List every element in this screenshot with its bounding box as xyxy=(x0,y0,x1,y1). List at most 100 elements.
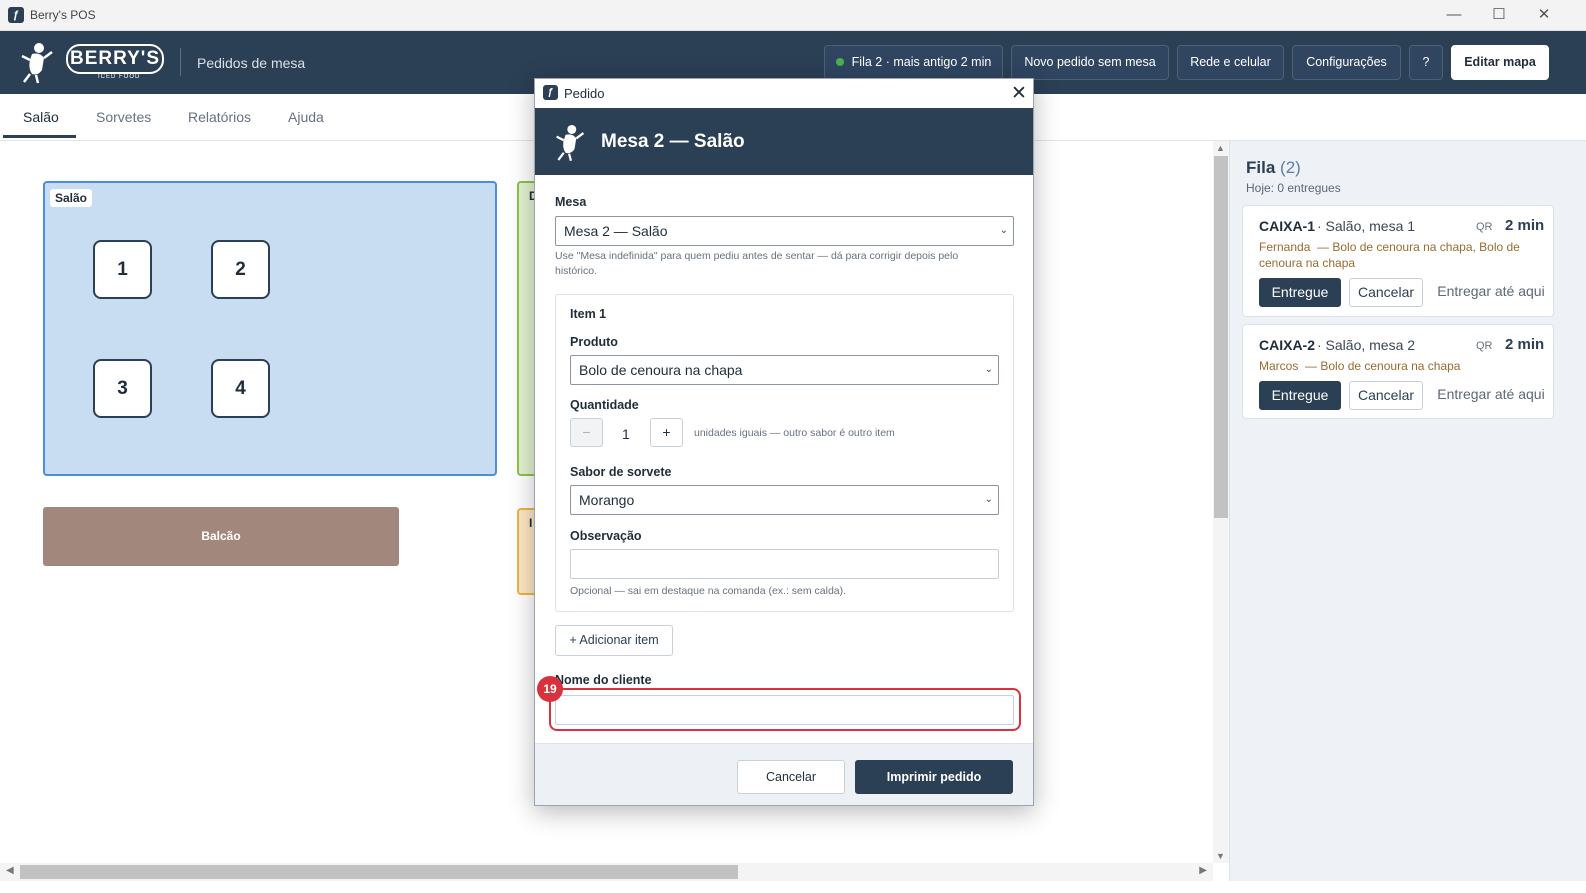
edit-map-button[interactable]: Editar mapa xyxy=(1451,45,1549,80)
order-description: Fernanda — Bolo de cenoura na chapa, Bol… xyxy=(1259,239,1549,271)
table-hint: Use "Mesa indefinida" para quem pediu an… xyxy=(555,250,959,277)
chevron-down-icon: ⌄ xyxy=(984,364,993,375)
window-title: Berry's POS xyxy=(30,8,96,22)
dialog-app-icon: ƒ xyxy=(543,85,558,100)
dialog-titlebar: ƒ Pedido ✕ xyxy=(535,79,1033,108)
dialog-heading: Mesa 2 — Salão xyxy=(601,131,745,152)
horizontal-scroll-thumb[interactable] xyxy=(20,865,738,879)
order-location: · Salão, mesa 1 xyxy=(1317,218,1416,234)
scroll-right-icon[interactable]: ▶ xyxy=(1199,865,1207,876)
item-title: Item 1 xyxy=(570,307,607,321)
counter-area[interactable]: Balcão xyxy=(43,507,399,566)
order-source-badge: QR xyxy=(1476,340,1493,352)
queue-status-label: Fila 2 · mais antigo 2 min xyxy=(851,55,992,69)
deliver-button[interactable]: Entregue xyxy=(1259,278,1341,307)
order-code: CAIXA-2 xyxy=(1259,337,1316,353)
vertical-scroll-thumb[interactable] xyxy=(1214,156,1228,518)
dialog-window-title: Pedido xyxy=(564,86,605,101)
cancel-button[interactable]: Cancelar xyxy=(737,760,845,794)
highlight-badge: 19 xyxy=(537,676,563,702)
order-dialog: ƒ Pedido ✕ Mesa 2 — Salão Mesa Mesa 2 — … xyxy=(534,78,1034,806)
brand-tagline: ICED FOOD xyxy=(98,74,141,80)
flavor-select[interactable]: Morango ⌄ xyxy=(570,485,999,515)
note-input[interactable] xyxy=(570,549,999,579)
order-elapsed: 2 min xyxy=(1505,336,1545,353)
table-field-label: Mesa xyxy=(555,195,587,209)
flavor-select-value: Morango xyxy=(579,492,635,508)
settings-button[interactable]: Configurações xyxy=(1292,45,1401,80)
deliver-up-to-here-button[interactable]: Entregar até aqui xyxy=(1431,278,1551,307)
quantity-value: 1 xyxy=(622,426,630,442)
chevron-down-icon: ⌄ xyxy=(984,494,993,505)
header-divider xyxy=(180,48,181,76)
order-location: · Salão, mesa 2 xyxy=(1317,337,1416,353)
order-source-badge: QR xyxy=(1476,221,1493,233)
deliver-button[interactable]: Entregue xyxy=(1259,381,1341,410)
scroll-up-icon[interactable]: ▲ xyxy=(1216,143,1225,153)
quantity-label: Quantidade xyxy=(570,398,639,412)
deliver-up-to-here-button[interactable]: Entregar até aqui xyxy=(1431,381,1551,410)
scroll-left-icon[interactable]: ◀ xyxy=(6,865,14,876)
print-order-button[interactable]: Imprimir pedido xyxy=(855,760,1013,794)
header-subtitle: Pedidos de mesa xyxy=(197,55,306,71)
queue-order-card: CAIXA-1 · Salão, mesa 1 QR 2 min Fernand… xyxy=(1242,205,1554,317)
area-salao[interactable]: Salão 1 2 3 4 xyxy=(43,181,497,476)
queue-count: (2) xyxy=(1280,158,1301,177)
order-description: Marcos — Bolo de cenoura na chapa xyxy=(1259,358,1549,374)
quantity-hint: unidades iguais — outro sabor é outro it… xyxy=(694,427,895,439)
tab-ajuda[interactable]: Ajuda xyxy=(288,109,324,125)
table-1[interactable]: 1 xyxy=(93,240,152,299)
help-button[interactable]: ? xyxy=(1409,45,1443,80)
window-close-icon[interactable]: ✕ xyxy=(1522,4,1566,26)
horizontal-scrollbar[interactable]: ◀ ▶ xyxy=(0,863,1213,881)
tab-salao[interactable]: Salão xyxy=(23,109,59,125)
focus-highlight-ring xyxy=(549,688,1021,731)
item-card: Item 1 Produto Bolo de cenoura na chapa ⌄… xyxy=(555,294,1014,612)
product-select-value: Bolo de cenoura na chapa xyxy=(579,362,743,378)
add-item-button[interactable]: + Adicionar item xyxy=(555,625,673,656)
vertical-scrollbar[interactable]: ▲ ▼ xyxy=(1213,141,1229,863)
queue-status-button[interactable]: Fila 2 · mais antigo 2 min xyxy=(824,45,1003,80)
queue-title: Fila (2) xyxy=(1246,158,1301,177)
scroll-down-icon[interactable]: ▼ xyxy=(1216,851,1225,861)
network-button[interactable]: Rede e celular xyxy=(1177,45,1284,80)
maximize-icon[interactable]: ☐ xyxy=(1477,4,1521,26)
cancel-order-button[interactable]: Cancelar xyxy=(1349,278,1423,307)
window-titlebar: ƒ Berry's POS — ☐ ✕ xyxy=(0,0,1586,31)
quantity-decrement-button[interactable]: − xyxy=(570,418,603,447)
flavor-label: Sabor de sorvete xyxy=(570,465,672,479)
product-select[interactable]: Bolo de cenoura na chapa ⌄ xyxy=(570,355,999,385)
table-4[interactable]: 4 xyxy=(211,359,270,418)
tab-sorvetes[interactable]: Sorvetes xyxy=(96,109,151,125)
brand-logo: BERRY'S xyxy=(66,44,164,74)
order-elapsed: 2 min xyxy=(1505,217,1545,234)
queue-today-summary: Hoje: 0 entregues xyxy=(1246,181,1341,195)
dialog-close-icon[interactable]: ✕ xyxy=(1011,82,1027,105)
app-logo-icon: ƒ xyxy=(8,7,24,23)
status-dot-icon xyxy=(835,57,844,66)
customer-name-label: Nome do cliente xyxy=(555,673,652,687)
product-label: Produto xyxy=(570,335,618,349)
queue-order-card: CAIXA-2 · Salão, mesa 2 QR 2 min Marcos … xyxy=(1242,324,1554,419)
table-select[interactable]: Mesa 2 — Salão ⌄ xyxy=(555,216,1014,246)
dialog-footer: Cancelar Imprimir pedido xyxy=(535,743,1033,805)
order-customer: Fernanda xyxy=(1259,240,1311,254)
order-items: — Bolo de cenoura na chapa xyxy=(1305,359,1461,373)
mascot-logo-icon xyxy=(21,43,53,84)
queue-sidebar: Fila (2) Hoje: 0 entregues CAIXA-1 · Sal… xyxy=(1229,141,1586,881)
new-order-button[interactable]: Novo pedido sem mesa xyxy=(1011,45,1169,80)
order-code: CAIXA-1 xyxy=(1259,218,1316,234)
mascot-logo-icon xyxy=(556,125,585,162)
dialog-header: Mesa 2 — Salão xyxy=(535,108,1033,175)
table-select-value: Mesa 2 — Salão xyxy=(564,223,668,239)
table-2[interactable]: 2 xyxy=(211,240,270,299)
area-orange-label: I xyxy=(529,516,533,530)
area-salao-label: Salão xyxy=(50,189,93,207)
minimize-icon[interactable]: — xyxy=(1432,4,1476,26)
tab-relatorios[interactable]: Relatórios xyxy=(188,109,251,125)
cancel-order-button[interactable]: Cancelar xyxy=(1349,381,1423,410)
quantity-increment-button[interactable]: + xyxy=(650,418,683,447)
table-3[interactable]: 3 xyxy=(93,359,152,418)
order-customer: Marcos xyxy=(1259,359,1299,373)
chevron-down-icon: ⌄ xyxy=(999,225,1008,236)
